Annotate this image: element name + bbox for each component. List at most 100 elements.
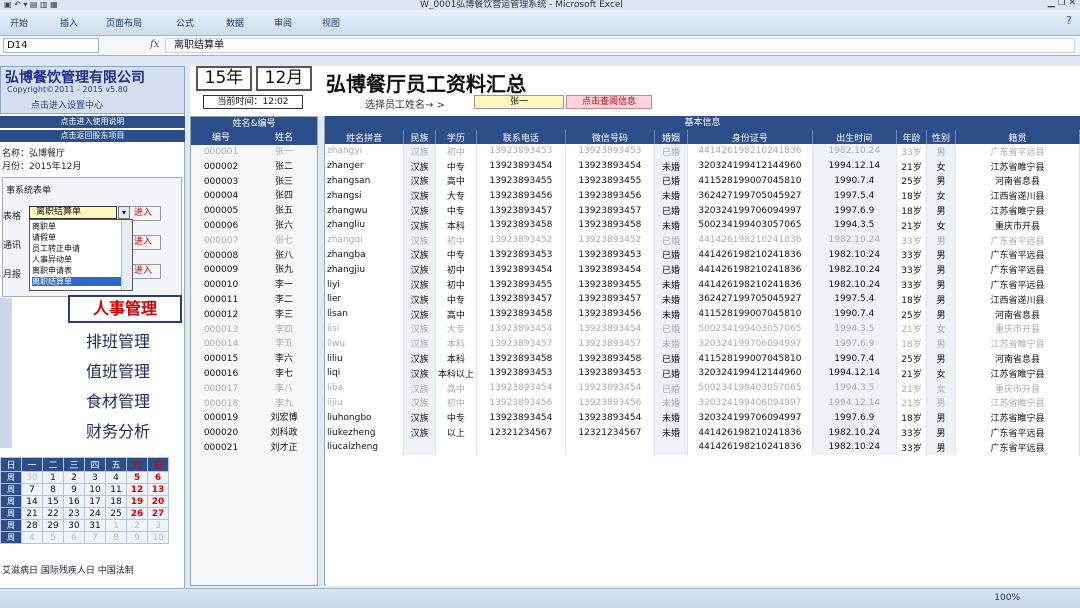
table-cell[interactable]: 中专 xyxy=(435,247,477,263)
table-cell[interactable]: 高中 xyxy=(435,173,477,189)
table-cell[interactable]: 1982.10.24 xyxy=(812,144,898,159)
table-cell[interactable]: 13923893457 xyxy=(476,203,566,218)
table-cell[interactable]: 13923893454 xyxy=(565,158,655,174)
table-cell[interactable]: 未婚 xyxy=(654,306,689,322)
table-cell[interactable]: 13923893454 xyxy=(565,410,655,426)
table-row[interactable]: liliu 汉族 本科 13923893458 13923893458 已婚 4115281… xyxy=(325,351,1080,366)
name-row[interactable]: 000007 张七 xyxy=(191,234,317,249)
zoom-level[interactable]: 100% xyxy=(994,593,1020,603)
table-cell[interactable]: 1994.3.5 xyxy=(812,217,898,233)
table-cell[interactable]: 初中 xyxy=(435,262,477,278)
table-cell[interactable]: 汉族 xyxy=(403,217,436,233)
table-cell[interactable]: 汉族 xyxy=(403,188,436,204)
table-cell[interactable]: 18岁 xyxy=(896,203,927,218)
table-cell[interactable]: 汉族 xyxy=(403,203,436,218)
name-row[interactable]: 000006 张六 xyxy=(191,219,317,234)
table-cell[interactable]: 13923893458 xyxy=(565,351,655,366)
table-cell[interactable]: 男 xyxy=(926,232,957,248)
table-cell[interactable]: 13923893454 xyxy=(476,380,566,396)
table-cell[interactable]: 441426198210241836 xyxy=(687,277,813,292)
name-row[interactable]: 000015 李六 xyxy=(191,352,317,367)
dropdown-scrollbar[interactable] xyxy=(121,220,132,290)
table-cell[interactable]: 江苏省睢宁县 xyxy=(955,395,1080,411)
table-cell[interactable]: 男 xyxy=(926,291,957,307)
tab-data[interactable]: 数据 xyxy=(226,16,244,29)
name-row[interactable]: 000021 刘才正 xyxy=(191,441,317,456)
table-cell[interactable]: 13923893456 xyxy=(565,306,655,322)
table-cell[interactable]: 广东省平远县 xyxy=(955,232,1080,248)
table-cell[interactable]: 1994.3.5 xyxy=(812,380,898,396)
table-cell[interactable]: 33岁 xyxy=(896,277,927,292)
table-cell[interactable]: 汉族 xyxy=(403,262,436,278)
table-cell[interactable]: 18岁 xyxy=(896,291,927,307)
table-cell[interactable]: 男 xyxy=(926,425,957,440)
table-cell[interactable]: 500234199403057065 xyxy=(687,321,813,337)
dropdown-option-selected[interactable]: 离职结算单 xyxy=(32,277,122,286)
table-cell[interactable]: 12321234567 xyxy=(565,425,655,440)
name-row[interactable]: 000016 李七 xyxy=(191,367,317,382)
name-row[interactable]: 000003 张三 xyxy=(191,175,317,190)
table-cell[interactable]: 1994.12.14 xyxy=(812,365,898,381)
table-row[interactable]: zhangjiu 汉族 初中 13923893454 13923893454 已婚 4414… xyxy=(325,262,1080,278)
name-row[interactable]: 000018 李九 xyxy=(191,397,317,412)
table-cell[interactable]: 1997.6.9 xyxy=(812,203,898,218)
table-cell[interactable]: 江苏省睢宁县 xyxy=(955,158,1080,174)
table-cell[interactable]: 江苏省睢宁县 xyxy=(955,336,1080,352)
table-cell[interactable]: 男 xyxy=(926,351,957,366)
table-cell[interactable]: 21岁 xyxy=(896,395,927,411)
table-cell[interactable]: 中专 xyxy=(435,291,477,307)
table-cell[interactable]: 411528199007045810 xyxy=(687,351,813,366)
table-cell[interactable]: 1982.10.24 xyxy=(812,277,898,292)
table-cell[interactable]: 21岁 xyxy=(896,321,927,337)
query-info-button[interactable]: 点击查阅信息 xyxy=(566,95,652,109)
table-cell[interactable]: 未婚 xyxy=(654,425,689,440)
table-cell[interactable]: 未婚 xyxy=(654,395,689,411)
table-cell[interactable]: 13923893456 xyxy=(565,188,655,204)
table-cell[interactable]: 高中 xyxy=(435,306,477,322)
table-cell[interactable]: 25岁 xyxy=(896,306,927,322)
table-cell[interactable]: 汉族 xyxy=(403,336,436,352)
table-cell[interactable]: 广东省平远县 xyxy=(955,262,1080,278)
table-cell[interactable]: 12321234567 xyxy=(476,425,566,440)
table-cell[interactable]: 已婚 xyxy=(654,247,689,263)
table-cell[interactable]: 441426198210241836 xyxy=(687,232,813,248)
name-row[interactable]: 000012 李三 xyxy=(191,308,317,323)
table-cell[interactable]: 13923893457 xyxy=(565,291,655,307)
table-cell[interactable]: zhangyi xyxy=(325,144,405,159)
table-cell[interactable]: lisan xyxy=(325,306,405,322)
table-cell[interactable]: 13923893452 xyxy=(476,232,566,248)
table-cell[interactable]: lier xyxy=(325,291,405,307)
name-row[interactable]: 000019 刘宏博 xyxy=(191,411,317,426)
table-cell[interactable]: 已婚 xyxy=(654,144,689,159)
dropdown-option[interactable]: 人事异动单 xyxy=(32,255,122,264)
name-row[interactable]: 000014 李五 xyxy=(191,337,317,352)
table-row[interactable]: lisi 汉族 大专 13923893454 13923893454 已婚 50023419… xyxy=(325,321,1080,337)
table-cell[interactable]: 13923893452 xyxy=(565,232,655,248)
table-cell[interactable]: 男 xyxy=(926,336,957,352)
table-cell[interactable]: liba xyxy=(325,380,405,396)
table-cell[interactable]: 已婚 xyxy=(654,203,689,218)
table-cell[interactable]: 未婚 xyxy=(654,410,689,426)
form-select[interactable]: 离职结算单 xyxy=(29,206,117,219)
table-cell[interactable]: 1997.5.4 xyxy=(812,291,898,307)
table-cell[interactable]: 河南省息县 xyxy=(955,351,1080,366)
table-cell[interactable]: 本科 xyxy=(435,336,477,352)
table-cell[interactable]: 本科 xyxy=(435,217,477,233)
table-cell[interactable]: 1982.10.24 xyxy=(812,247,898,263)
fx-icon[interactable]: fx xyxy=(150,39,159,50)
table-cell[interactable]: 未婚 xyxy=(654,291,689,307)
table-cell[interactable]: 13923893457 xyxy=(565,203,655,218)
table-cell[interactable]: 大专 xyxy=(435,188,477,204)
table-cell[interactable] xyxy=(476,439,566,455)
table-row[interactable]: liucaizheng 441426198210241836 1982.10.24 3… xyxy=(325,439,1080,455)
table-cell[interactable]: 汉族 xyxy=(403,395,436,411)
table-cell[interactable]: 13923893456 xyxy=(476,395,566,411)
table-cell[interactable]: 已婚 xyxy=(654,321,689,337)
table-cell[interactable]: lijiu xyxy=(325,395,405,411)
name-row[interactable]: 000020 刘科政 xyxy=(191,426,317,441)
table-row[interactable]: zhanger 汉族 中专 13923893454 13923893454 未婚 32032… xyxy=(325,158,1080,174)
table-cell[interactable]: 中专 xyxy=(435,410,477,426)
table-cell[interactable]: 13923893455 xyxy=(565,277,655,292)
table-cell[interactable]: 441426198210241836 xyxy=(687,144,813,159)
table-cell[interactable]: 13923893453 xyxy=(476,365,566,381)
